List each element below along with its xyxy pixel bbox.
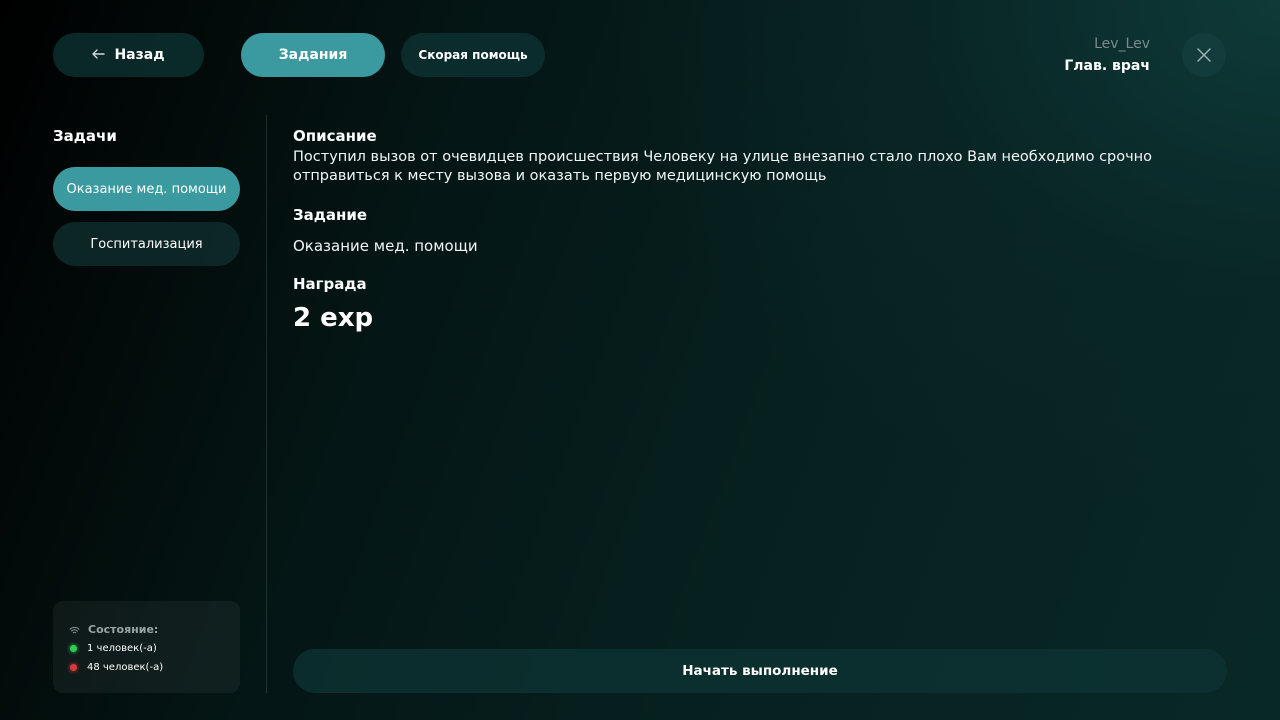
back-label: Назад <box>114 47 165 63</box>
start-button[interactable]: Начать выполнение <box>293 649 1227 693</box>
tab-ambulance[interactable]: Скорая помощь <box>401 33 545 77</box>
user-info: Lev_Lev Глав. врач <box>1064 35 1150 75</box>
offline-dot-icon <box>70 664 77 671</box>
description-text: Поступил вызов от очевидцев происшествия… <box>293 149 1153 184</box>
description-title: Описание <box>293 127 377 145</box>
status-label: Состояние: <box>88 623 159 636</box>
task-value: Оказание мед. помощи <box>293 237 478 255</box>
online-dot-icon <box>70 645 77 652</box>
reward-value: 2 exp <box>293 303 374 333</box>
user-role: Глав. врач <box>1064 58 1150 74</box>
wifi-icon <box>69 620 80 639</box>
sidebar-item-medical-help[interactable]: Оказание мед. помощи <box>53 167 240 211</box>
vertical-divider <box>266 115 267 693</box>
task-title: Задание <box>293 206 368 224</box>
user-name: Lev_Lev <box>1094 36 1150 52</box>
close-button[interactable] <box>1182 33 1226 77</box>
status-online-count: 1 человек(-а) <box>87 643 157 654</box>
reward-title: Награда <box>293 275 367 293</box>
status-panel: Состояние: 1 человек(-а) 48 человек(-а) <box>53 601 240 693</box>
status-row-offline: 48 человек(-а) <box>70 662 163 673</box>
close-icon <box>1197 48 1211 62</box>
sidebar-item-hospitalization[interactable]: Госпитализация <box>53 222 240 266</box>
task-details: Описание Поступил вызов от очевидцев про… <box>293 127 1233 333</box>
status-offline-count: 48 человек(-а) <box>87 662 164 673</box>
status-row-online: 1 человек(-а) <box>70 643 157 654</box>
tab-tasks[interactable]: Задания <box>241 33 385 77</box>
arrow-left-icon <box>92 47 106 63</box>
sidebar-title: Задачи <box>53 127 117 145</box>
back-button[interactable]: Назад <box>53 33 204 77</box>
